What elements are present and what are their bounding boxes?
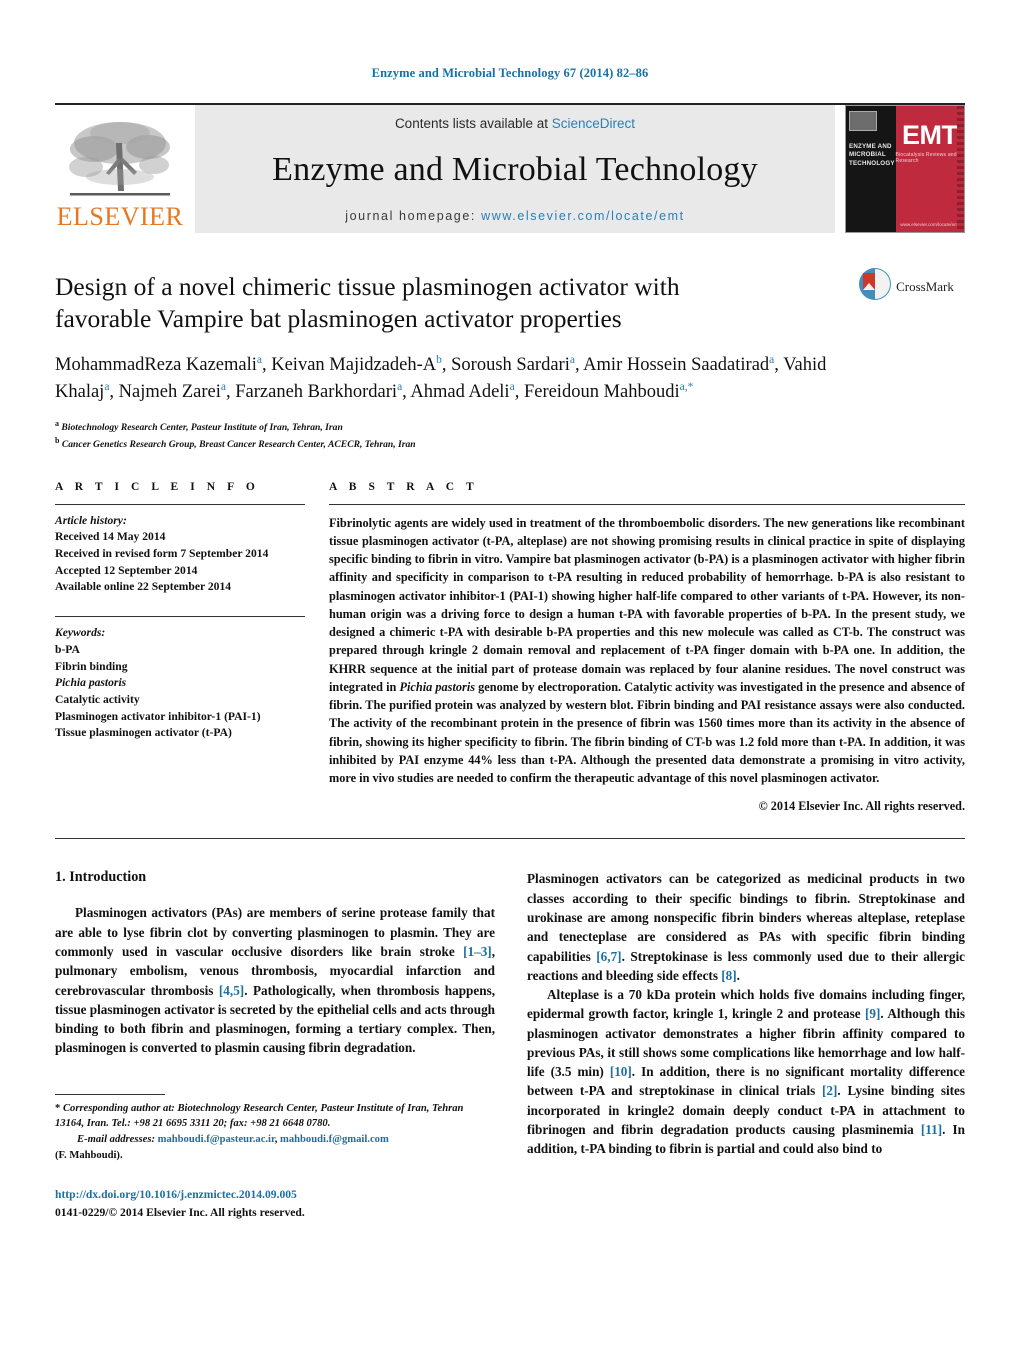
article-history-label: Article history: bbox=[55, 513, 127, 527]
abstract-part-1: Fibrinolytic agents are widely used in t… bbox=[329, 515, 965, 694]
elsevier-tree-icon bbox=[64, 117, 176, 203]
journal-homepage-line: journal homepage: www.elsevier.com/locat… bbox=[345, 209, 685, 223]
history-item: Received in revised form 7 September 201… bbox=[55, 547, 269, 561]
keyword-item: Plasminogen activator inhibitor-1 (PAI-1… bbox=[55, 709, 261, 723]
contents-available-line: Contents lists available at ScienceDirec… bbox=[395, 116, 635, 131]
keyword-item: Pichia pastoris bbox=[55, 676, 127, 690]
keywords-label: Keywords: bbox=[55, 626, 106, 640]
article-info-column: A R T I C L E I N F O Article history: R… bbox=[55, 481, 305, 815]
footnote-corresponding-text: Corresponding author at: Biotechnology R… bbox=[55, 1102, 464, 1130]
elsevier-logo: ELSEVIER bbox=[55, 105, 185, 233]
abstract-copyright: © 2014 Elsevier Inc. All rights reserved… bbox=[758, 799, 965, 814]
title-block: CrossMark Design of a novel chimeric tis… bbox=[55, 268, 965, 453]
journal-masthead: ELSEVIER Contents lists available at Sci… bbox=[55, 103, 965, 233]
page-title: Design of a novel chimeric tissue plasmi… bbox=[55, 272, 680, 334]
journal-homepage-link[interactable]: www.elsevier.com/locate/emt bbox=[481, 209, 685, 223]
issn-copyright-line: 0141-0229/© 2014 Elsevier Inc. All right… bbox=[55, 1205, 305, 1219]
affiliation-text-b: Cancer Genetics Research Group, Breast C… bbox=[61, 439, 416, 451]
history-item: Available online 22 September 2014 bbox=[55, 580, 232, 594]
article-info-heading: A R T I C L E I N F O bbox=[55, 480, 260, 493]
abstract-heading: A B S T R A C T bbox=[329, 480, 479, 493]
doi-block: http://dx.doi.org/10.1016/j.enzmictec.20… bbox=[55, 1186, 495, 1221]
affiliation-a: a Biotechnology Research Center, Pasteur… bbox=[55, 418, 965, 436]
affiliation-b: b Cancer Genetics Research Group, Breast… bbox=[55, 435, 965, 453]
history-item: Accepted 12 September 2014 bbox=[55, 563, 198, 577]
sciencedirect-link[interactable]: ScienceDirect bbox=[552, 116, 635, 131]
footnote-email-label: E-mail addresses: bbox=[77, 1134, 155, 1146]
affiliation-marker-a: a bbox=[55, 418, 59, 428]
citation-ref[interactable]: [10] bbox=[610, 1064, 632, 1079]
section-heading-introduction: 1. Introduction bbox=[55, 869, 147, 886]
citation-ref[interactable]: [8] bbox=[721, 968, 736, 983]
citation-ref[interactable]: [9] bbox=[865, 1006, 880, 1021]
cover-stripe-decoration bbox=[956, 106, 964, 232]
citation-ref[interactable]: [6,7] bbox=[596, 949, 621, 964]
crossmark-icon bbox=[858, 267, 892, 306]
keyword-item: Catalytic activity bbox=[55, 692, 140, 706]
intro-left-paragraph: Plasminogen activators (PAs) are members… bbox=[55, 903, 495, 1057]
intro-left-a: Plasminogen activators (PAs) are members… bbox=[55, 905, 495, 959]
section-divider bbox=[55, 838, 965, 840]
keyword-item: b-PA bbox=[55, 642, 80, 656]
affiliations: a Biotechnology Research Center, Pasteur… bbox=[55, 418, 965, 453]
masthead-center-band: Contents lists available at ScienceDirec… bbox=[195, 105, 835, 233]
keywords-block: Keywords: b-PA Fibrin binding Pichia pas… bbox=[55, 617, 305, 742]
keyword-item: Fibrin binding bbox=[55, 659, 128, 673]
citation-ref[interactable]: [11] bbox=[921, 1122, 942, 1137]
journal-cover-thumbnail: ENZYME AND MICROBIAL TECHNOLOGY EMT Bioc… bbox=[845, 105, 965, 233]
intro-right-paragraph-2: Alteplase is a 70 kDa protein which hold… bbox=[527, 985, 965, 1158]
footnote-rule bbox=[55, 1093, 165, 1095]
intro-right-1c: . bbox=[736, 967, 740, 983]
article-history-block: Article history: Received 14 May 2014 Re… bbox=[55, 505, 305, 596]
email-link-2[interactable]: mahboudi.f@gmail.com bbox=[280, 1134, 389, 1145]
intro-right-paragraph-1: Plasminogen activators can be categorize… bbox=[527, 869, 965, 985]
body-left-column: 1. Introduction Plasminogen activators (… bbox=[55, 869, 495, 1220]
footnote-email-owner: (F. Mahboudi). bbox=[55, 1150, 123, 1162]
running-head: Enzyme and Microbial Technology 67 (2014… bbox=[371, 66, 649, 80]
homepage-prefix: journal homepage: bbox=[345, 209, 482, 223]
contents-prefix: Contents lists available at bbox=[394, 116, 552, 131]
corresponding-author-footnote: * Corresponding author at: Biotechnology… bbox=[55, 1102, 464, 1162]
abstract-column: A B S T R A C T Fibrinolytic agents are … bbox=[329, 481, 965, 815]
crossmark-label: CrossMark bbox=[896, 278, 954, 294]
author-list: MohammadReza Kazemalia, Keivan Majidzade… bbox=[55, 354, 827, 403]
elsevier-wordmark: ELSEVIER bbox=[56, 202, 184, 231]
cover-left-panel: ENZYME AND MICROBIAL TECHNOLOGY bbox=[846, 106, 896, 232]
cover-tagline: Biocatalysis Reviews and Research bbox=[895, 152, 957, 164]
doi-link[interactable]: http://dx.doi.org/10.1016/j.enzmictec.20… bbox=[55, 1186, 495, 1203]
cover-mini-photo bbox=[849, 111, 877, 131]
abstract-species-italic: Pichia pastoris bbox=[399, 679, 476, 694]
info-abstract-region: A R T I C L E I N F O Article history: R… bbox=[55, 481, 965, 815]
citation-ref[interactable]: [1–3] bbox=[463, 944, 492, 959]
abstract-text: Fibrinolytic agents are widely used in t… bbox=[329, 505, 965, 788]
abstract-part-2: genome by electroporation. Catalytic act… bbox=[329, 679, 966, 786]
body-right-column: Plasminogen activators can be categorize… bbox=[527, 869, 965, 1220]
crossmark-badge[interactable]: CrossMark bbox=[847, 267, 965, 306]
cover-bottom-url: www.elsevier.com/locate/emt bbox=[900, 222, 960, 227]
affiliation-marker-b: b bbox=[55, 436, 60, 446]
footnote-star: * bbox=[55, 1102, 61, 1114]
body-two-columns: 1. Introduction Plasminogen activators (… bbox=[55, 869, 965, 1220]
history-item: Received 14 May 2014 bbox=[55, 530, 166, 544]
keyword-item: Tissue plasminogen activator (t-PA) bbox=[55, 726, 232, 740]
cover-acronym: EMT bbox=[902, 120, 958, 150]
journal-title: Enzyme and Microbial Technology bbox=[272, 151, 758, 188]
citation-ref[interactable]: [4,5] bbox=[219, 983, 244, 998]
cover-right-panel: EMT Biocatalysis Reviews and Research ww… bbox=[895, 106, 964, 232]
affiliation-text-a: Biotechnology Research Center, Pasteur I… bbox=[61, 421, 343, 433]
paper-page: Enzyme and Microbial Technology 67 (2014… bbox=[0, 0, 1020, 1351]
citation-ref[interactable]: [2] bbox=[822, 1083, 837, 1098]
email-link-1[interactable]: mahboudi.f@pasteur.ac.ir bbox=[158, 1134, 275, 1145]
cover-journal-name: ENZYME AND MICROBIAL TECHNOLOGY bbox=[849, 143, 895, 167]
